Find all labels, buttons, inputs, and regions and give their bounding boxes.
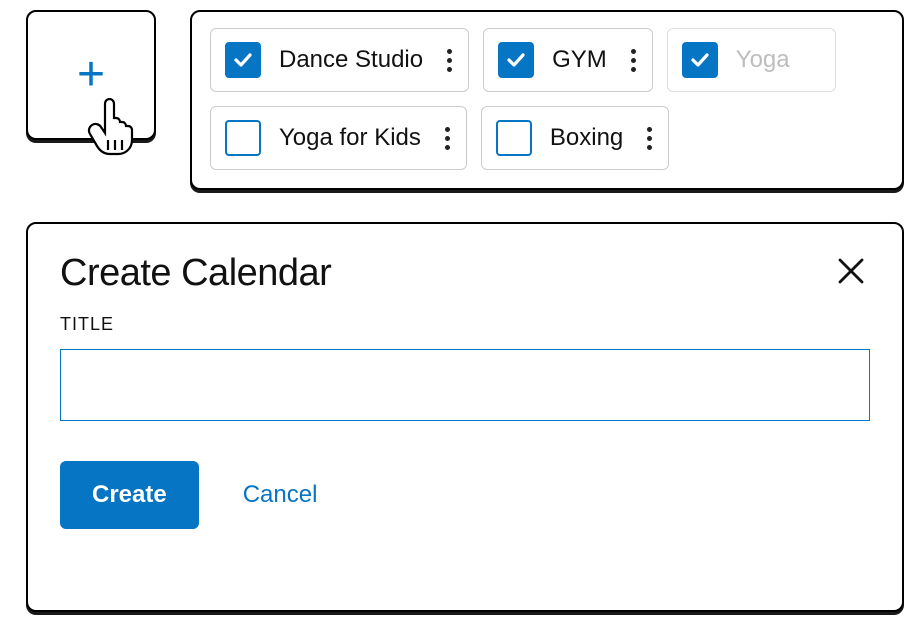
calendar-chip-label: Yoga for Kids xyxy=(279,124,421,152)
modal-title: Create Calendar xyxy=(60,252,331,295)
create-calendar-dialog: Create Calendar TITLE Create Cancel xyxy=(26,222,904,612)
kebab-icon[interactable] xyxy=(441,49,454,72)
modal-actions: Create Cancel xyxy=(60,461,870,529)
checkbox-unchecked-icon[interactable] xyxy=(496,120,532,156)
add-calendar-button[interactable]: + xyxy=(26,10,156,140)
calendar-chip-yoga-for-kids[interactable]: Yoga for Kids xyxy=(210,106,467,170)
calendar-chip-label: Boxing xyxy=(550,124,623,152)
checkbox-checked-icon[interactable] xyxy=(682,42,718,78)
title-field-label: TITLE xyxy=(60,314,870,335)
modal-header: Create Calendar xyxy=(60,252,870,296)
close-icon[interactable] xyxy=(832,252,870,296)
kebab-icon[interactable] xyxy=(641,127,654,150)
calendar-chip-boxing[interactable]: Boxing xyxy=(481,106,669,170)
calendar-title-input[interactable] xyxy=(60,349,870,421)
kebab-icon[interactable] xyxy=(439,127,452,150)
checkbox-unchecked-icon[interactable] xyxy=(225,120,261,156)
checkbox-checked-icon[interactable] xyxy=(225,42,261,78)
create-button[interactable]: Create xyxy=(60,461,199,529)
calendar-filter-panel: Dance Studio GYM Yoga Yoga for Kids Boxi… xyxy=(190,10,904,190)
calendar-chip-yoga[interactable]: Yoga xyxy=(667,28,836,92)
checkbox-checked-icon[interactable] xyxy=(498,42,534,78)
calendar-chip-label: Yoga xyxy=(736,46,790,74)
calendar-chip-gym[interactable]: GYM xyxy=(483,28,653,92)
cancel-button[interactable]: Cancel xyxy=(243,481,318,509)
plus-icon: + xyxy=(77,51,105,99)
calendar-chip-dance-studio[interactable]: Dance Studio xyxy=(210,28,469,92)
calendar-chip-label: GYM xyxy=(552,46,607,74)
calendar-chip-label: Dance Studio xyxy=(279,46,423,74)
kebab-icon[interactable] xyxy=(625,49,638,72)
